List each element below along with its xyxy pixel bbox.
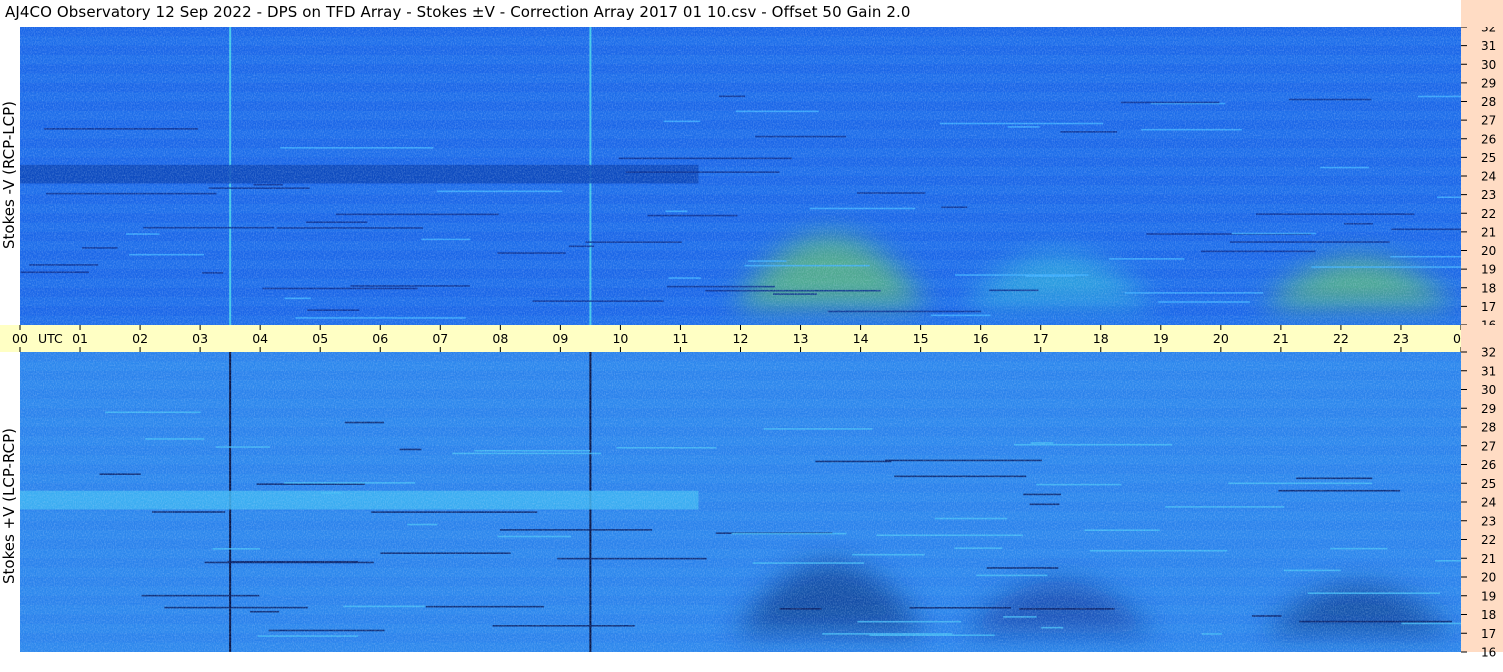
frequency-tick-label: 24: [1481, 170, 1496, 184]
time-tick-label: 21: [1273, 331, 1289, 346]
frequency-tick-label: 23: [1481, 514, 1496, 528]
frequency-tick-label: 29: [1481, 402, 1496, 416]
frequency-tick-label: 21: [1481, 552, 1496, 566]
time-tick-label: 10: [612, 331, 628, 346]
frequency-tick-label: 22: [1481, 207, 1496, 221]
frequency-tick-label: 28: [1481, 421, 1496, 435]
frequency-tick-label: 21: [1481, 225, 1496, 239]
frequency-tick-label: 22: [1481, 533, 1496, 547]
frequency-tick-label: 19: [1481, 263, 1496, 277]
frequency-tick-label: 23: [1481, 188, 1496, 202]
frequency-tick-label: 30: [1481, 383, 1496, 397]
time-unit-label: UTC: [38, 331, 63, 346]
frequency-tick-label: 30: [1481, 58, 1496, 72]
frequency-tick-label: 17: [1481, 300, 1496, 314]
frequency-tick-label: 18: [1481, 608, 1496, 622]
frequency-tick-label: 20: [1481, 244, 1496, 258]
frequency-tick-label: 24: [1481, 496, 1496, 510]
time-tick-label: 00: [12, 331, 28, 346]
time-tick-label: 02: [132, 331, 148, 346]
frequency-tick-label: 26: [1481, 458, 1496, 472]
time-tick-label: 08: [492, 331, 508, 346]
frequency-tick-label: 17: [1481, 627, 1496, 641]
time-tick-label: 01: [72, 331, 88, 346]
time-tick-label: 03: [192, 331, 208, 346]
bottom-frequency-axis: 16 17 18 19 20 21 22 23 24 25 26 27 28 29 30 31 32: [1461, 325, 1503, 660]
time-axis-band: [0, 325, 1461, 352]
time-tick-label: 16: [973, 331, 989, 346]
frequency-axis-band-top: [1461, 0, 1503, 27]
time-tick-label: 15: [913, 331, 929, 346]
frequency-tick-label: 25: [1481, 151, 1496, 165]
frequency-tick-label: 19: [1481, 589, 1496, 603]
frequency-tick-label: 27: [1481, 114, 1496, 128]
time-tick-label: 18: [1093, 331, 1109, 346]
time-tick-label: 13: [793, 331, 809, 346]
time-tick-label: 06: [372, 331, 388, 346]
frequency-tick-label: 27: [1481, 439, 1496, 453]
frequency-tick-label: 29: [1481, 76, 1496, 90]
time-tick-label: 12: [733, 331, 749, 346]
spectrogram-noise: [20, 352, 1461, 652]
time-tick-label: 17: [1033, 331, 1049, 346]
time-axis: 00 01 02 03 04 05 06 07 08 09 10 11 12 13 14 15 16 17 18 19…: [0, 325, 1503, 352]
frequency-tick-label: 20: [1481, 571, 1496, 585]
top-spectrogram-panel: [20, 27, 1461, 325]
time-tick-label: 11: [673, 331, 689, 346]
time-tick-label: 20: [1213, 331, 1229, 346]
frequency-tick-label: 18: [1481, 281, 1496, 295]
time-tick-label: 07: [432, 331, 448, 346]
time-tick-label: 05: [312, 331, 328, 346]
bottom-spectrogram-panel: [20, 352, 1461, 652]
time-tick-label: 14: [853, 331, 869, 346]
spectrogram-noise: [20, 27, 1461, 325]
frequency-tick-label: 26: [1481, 132, 1496, 146]
frequency-tick-label: 31: [1481, 39, 1496, 53]
frequency-tick-label: 31: [1481, 364, 1496, 378]
frequency-tick-label: 25: [1481, 477, 1496, 491]
time-tick-label: 23: [1393, 331, 1409, 346]
frequency-tick-label: 28: [1481, 95, 1496, 109]
time-tick-label: 09: [552, 331, 568, 346]
frequency-tick-label: 32: [1481, 346, 1496, 360]
time-tick-label: 19: [1153, 331, 1169, 346]
time-tick-label: 22: [1333, 331, 1349, 346]
time-tick-label: 04: [252, 331, 268, 346]
top-frequency-axis: 1617181920212223242526272829303132: [1461, 0, 1503, 333]
spectrogram-chart: 00 01 02 03 04 05 06 07 08 09 10 11 12 13 14 15 16 17 18 19…: [0, 0, 1503, 660]
frequency-tick-label: 16: [1481, 646, 1496, 660]
